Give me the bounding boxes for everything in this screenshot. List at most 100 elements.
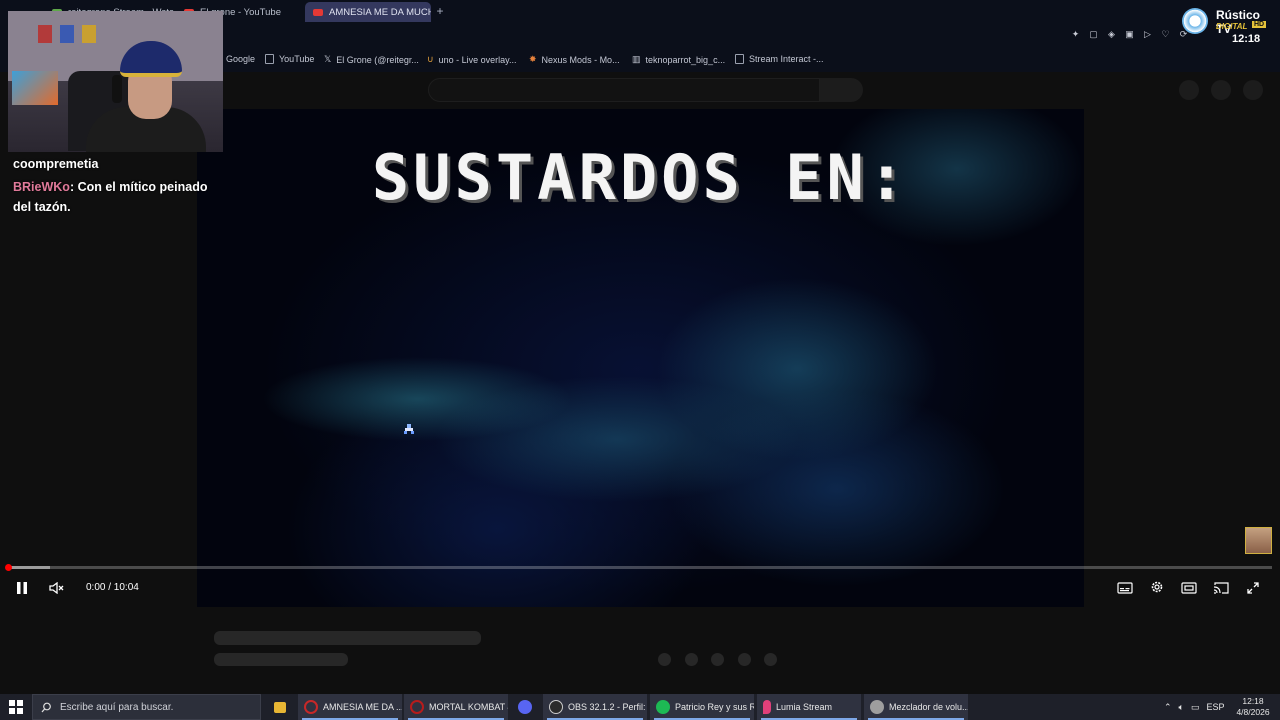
youtube-search-button[interactable] [820,78,863,102]
chat-line: coompremetia [13,157,99,171]
action-skeleton [738,653,751,666]
volume-muted-icon [49,581,64,595]
desktop: reitegrone Stream - Watc... El grone - Y… [0,0,1280,720]
screenshot-icon[interactable]: ▢ [1089,30,1098,39]
taskbar-app-spotify[interactable]: Patricio Rey y sus R... [650,694,754,720]
bookmark-uno-overlay[interactable]: ∪ uno - Live overlay... [427,54,516,65]
progress-scrubber[interactable] [5,564,12,571]
x-logo-icon: 𝕏 [324,54,332,64]
wall-poster [38,25,52,43]
miniplayer-icon [1181,582,1197,594]
miniplayer-button[interactable] [1179,580,1199,598]
taskbar-app-label: Mezclador de volu... [889,702,968,712]
webcam-monitor [12,71,58,105]
gear-icon [1151,581,1163,593]
bookmark-google[interactable]: Google [226,54,255,64]
language-indicator[interactable]: ESP [1206,702,1224,712]
bookmark-youtube[interactable]: YouTube [265,54,314,64]
search-icon [41,702,51,712]
pause-button[interactable] [12,580,32,598]
nexus-icon: ✸ [529,54,537,64]
pin-icon[interactable]: ✦ [1071,30,1080,39]
tab-amnesia-video[interactable]: AMNESIA ME DA MUCHO [305,2,431,22]
create-button[interactable] [1179,80,1199,100]
action-skeleton [658,653,671,666]
account-avatar[interactable] [1243,80,1263,100]
chat-overlay: coompremetia BRieWKo: Con el mítico pein… [13,154,218,217]
extension-icon[interactable]: ▣ [1125,30,1134,39]
play-icon[interactable]: ▷ [1143,30,1152,39]
channel-logo: Rústico TV DIGITAL HD 12:18 [1180,6,1276,46]
extension-icons: ✦ ▢ ◈ ▣ ▷ ♡ ⟳ [1071,30,1188,39]
shield-icon[interactable]: ◈ [1107,30,1116,39]
taskbar-search[interactable]: Escribe aquí para buscar. [32,694,261,720]
bookmark-label: Nexus Mods - Mo... [541,54,620,65]
mute-button[interactable] [47,580,67,598]
bookmark-nexus-mods[interactable]: ✸ Nexus Mods - Mo... [529,54,620,65]
archive-icon: ▥ [632,54,641,64]
network-icon[interactable]: ▭ [1191,702,1200,713]
system-tray: ⌃ 🔈︎ ▭ ESP [1164,694,1224,720]
taskbar: Escribe aquí para buscar. AMNESIA ME DA … [0,694,1280,720]
tab-label: AMNESIA ME DA MUCHO [329,6,431,18]
youtube-favicon-icon [313,8,323,16]
page-icon [735,54,744,64]
opera-icon [410,700,424,714]
taskbar-time: 12:18 [1242,696,1264,706]
settings-button[interactable] [1147,580,1167,598]
taskbar-clock[interactable]: 12:18 4/8/2026 [1234,696,1272,718]
wall-poster [60,25,74,43]
taskbar-app-obs[interactable]: OBS 32.1.2 - Perfil: ... [543,694,647,720]
mixer-icon [870,700,884,714]
discord-icon [518,700,532,714]
search-placeholder: Escribe aquí para buscar. [60,701,174,713]
taskbar-app-mortal-kombat[interactable]: MORTAL KOMBAT 4... [404,694,508,720]
cast-icon [1213,582,1229,594]
bookmark-stream-interact[interactable]: Stream Interact -... [735,54,824,64]
speaker-icon[interactable]: 🔈︎ [1179,702,1184,713]
webcam-mini-avatar [1245,527,1272,554]
start-button[interactable] [9,700,23,714]
youtube-search-input[interactable] [428,78,820,102]
headset-icon [112,75,122,103]
pause-icon [17,582,27,594]
chat-message: BRieWKo: Con el mítico peinado del tazón… [13,177,218,217]
taskbar-app-label: AMNESIA ME DA ... [323,702,402,712]
taskbar-app-discord[interactable] [512,694,540,720]
page-icon [265,54,274,64]
file-explorer-button[interactable] [268,694,292,720]
cast-button[interactable] [1211,580,1231,598]
subtitles-button[interactable] [1115,580,1135,598]
taskbar-app-label: MORTAL KOMBAT 4... [429,702,508,712]
fullscreen-button[interactable] [1243,580,1263,598]
chevron-up-icon[interactable]: ⌃ [1164,702,1172,713]
taskbar-app-volume-mixer[interactable]: Mezclador de volu... [864,694,968,720]
overlay-clock: 12:18 [1232,33,1261,45]
ship-sprite-icon [404,424,414,434]
bookmark-el-grone[interactable]: 𝕏 El Grone (@reitegr... [324,54,419,65]
taskbar-date: 4/8/2026 [1236,707,1270,717]
progress-bar[interactable] [8,566,1272,569]
expand-icon [1247,582,1259,594]
heart-icon[interactable]: ♡ [1161,30,1170,39]
taskbar-app-lumia[interactable]: Lumia Stream [757,694,861,720]
video-player[interactable]: SUSTARDOS EN: [197,109,1084,607]
lumia-icon [763,700,771,714]
chat-username: BRieWKo [13,180,70,194]
new-tab-button[interactable]: + [434,4,446,18]
bookmark-teknoparrot[interactable]: ▥ teknoparrot_big_c... [632,54,725,65]
subtitles-icon [1117,582,1133,594]
taskbar-app-amnesia[interactable]: AMNESIA ME DA ... [298,694,402,720]
taskbar-app-label: Lumia Stream [776,702,833,712]
bookmark-label: teknoparrot_big_c... [645,54,726,65]
opera-icon [304,700,318,714]
action-skeleton [764,653,777,666]
title-skeleton [214,631,481,645]
bookmark-label: Stream Interact -... [749,54,824,64]
notifications-button[interactable] [1211,80,1231,100]
player-controls: 0:00 / 10:04 [0,560,1280,610]
bookmark-label: uno - Live overlay... [438,54,517,65]
logo-sub: DIGITAL [1216,22,1248,31]
bookmark-label: YouTube [279,54,315,64]
logo-badge: HD [1252,21,1267,28]
